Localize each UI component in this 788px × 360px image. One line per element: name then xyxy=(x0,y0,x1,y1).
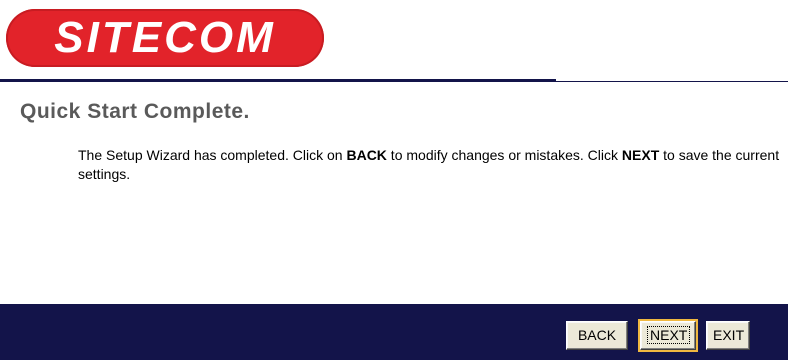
exit-button[interactable]: EXIT xyxy=(706,321,750,350)
message-next-keyword: NEXT xyxy=(621,147,660,163)
message-back-keyword: BACK xyxy=(346,147,387,163)
message-text-2: to modify changes or mistakes. Click xyxy=(386,147,622,163)
header-divider xyxy=(0,79,556,82)
page-title: Quick Start Complete. xyxy=(20,100,250,123)
back-button[interactable]: BACK xyxy=(566,321,628,350)
page: SITECOM Quick Start Complete. The Setup … xyxy=(0,0,788,360)
next-button-label: NEXT xyxy=(647,326,691,344)
message-text-1: The Setup Wizard has completed. Click on xyxy=(78,147,347,163)
header: SITECOM xyxy=(0,0,788,82)
next-button[interactable]: NEXT xyxy=(638,319,698,352)
sitecom-logo: SITECOM xyxy=(6,9,324,67)
header-divider-thin xyxy=(556,81,788,82)
completion-message: The Setup Wizard has completed. Click on… xyxy=(78,146,780,184)
logo-text: SITECOM xyxy=(54,13,276,62)
